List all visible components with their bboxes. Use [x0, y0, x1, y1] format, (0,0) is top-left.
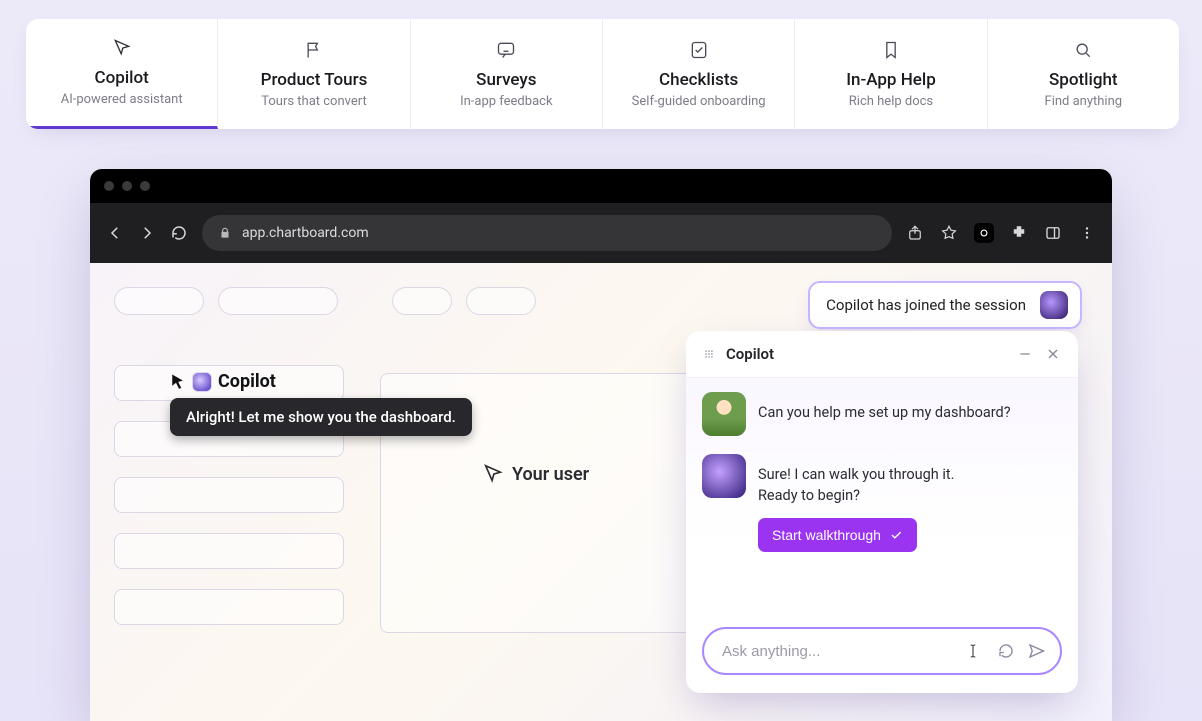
sidepanel-icon[interactable]: [1044, 224, 1062, 242]
copilot-cursor-label: Copilot: [218, 371, 276, 392]
url-text: app.chartboard.com: [242, 225, 369, 241]
copilot-messages: Can you help me set up my dashboard? Sur…: [686, 378, 1078, 613]
user-cursor-label: Your user: [512, 464, 589, 485]
message-user: Can you help me set up my dashboard?: [702, 392, 1062, 436]
tab-product-tours[interactable]: Product Tours Tours that convert: [218, 19, 410, 129]
tab-in-app-help[interactable]: In-App Help Rich help docs: [795, 19, 987, 129]
url-bar[interactable]: app.chartboard.com: [202, 215, 892, 251]
traffic-light-close-icon[interactable]: [104, 181, 114, 191]
button-label: Start walkthrough: [772, 527, 881, 543]
bookmark-star-icon[interactable]: [940, 224, 958, 242]
tab-title: Surveys: [476, 70, 536, 90]
back-icon[interactable]: [106, 224, 124, 242]
search-icon: [1073, 40, 1093, 60]
copilot-avatar-icon: [192, 372, 212, 392]
copilot-input[interactable]: [702, 627, 1062, 675]
copilot-title: Copilot: [726, 345, 774, 363]
tab-title: Spotlight: [1049, 70, 1118, 90]
copilot-joined-toast: Copilot has joined the session: [808, 281, 1082, 329]
share-icon[interactable]: [906, 224, 924, 242]
copilot-cursor: Copilot Alright! Let me show you the das…: [170, 371, 472, 436]
copilot-avatar-icon: [1040, 291, 1068, 319]
user-cursor: Your user: [482, 463, 589, 485]
refresh-icon[interactable]: [996, 641, 1016, 661]
tab-subtitle: AI-powered assistant: [61, 92, 183, 107]
tab-checklists[interactable]: Checklists Self-guided onboarding: [603, 19, 795, 129]
feature-tabs: Copilot AI-powered assistant Product Tou…: [26, 19, 1179, 129]
flag-icon: [304, 40, 324, 60]
toolbar-right: [906, 223, 1096, 243]
copilot-cursor-bubble: Alright! Let me show you the dashboard.: [170, 398, 472, 436]
message-bot: Sure! I can walk you through it. Ready t…: [702, 454, 1062, 552]
traffic-light-min-icon[interactable]: [122, 181, 132, 191]
browser-toolbar: app.chartboard.com: [90, 203, 1112, 263]
tab-subtitle: Find anything: [1045, 94, 1123, 109]
kebab-menu-icon[interactable]: [1078, 224, 1096, 242]
copilot-text-input[interactable]: [722, 643, 958, 660]
extensions-icon[interactable]: [1010, 224, 1028, 242]
send-icon[interactable]: [1026, 641, 1046, 661]
tab-title: Copilot: [95, 68, 149, 88]
tab-title: Checklists: [659, 70, 738, 90]
minimize-icon[interactable]: [1016, 345, 1034, 363]
forward-icon[interactable]: [138, 224, 156, 242]
tab-spotlight[interactable]: Spotlight Find anything: [988, 19, 1179, 129]
user-avatar-icon: [702, 392, 746, 436]
copilot-header[interactable]: Copilot: [686, 331, 1078, 378]
text-caret-icon: [964, 640, 982, 662]
copilot-avatar-icon: [702, 454, 746, 498]
cursor-icon: [112, 38, 132, 58]
copilot-input-area: [686, 613, 1078, 693]
checklist-icon: [689, 40, 709, 60]
reload-icon[interactable]: [170, 224, 188, 242]
page-viewport: Add Your YourFirst listing Calendar Copi…: [90, 263, 1112, 721]
window-titlebar: [90, 169, 1112, 203]
tab-copilot[interactable]: Copilot AI-powered assistant: [26, 19, 218, 129]
copilot-panel: Copilot Can you help me set up my dashbo…: [686, 331, 1078, 693]
lock-icon: [218, 226, 232, 240]
message-line: Ready to begin?: [758, 487, 860, 504]
tab-title: In-App Help: [846, 70, 936, 90]
toast-text: Copilot has joined the session: [826, 296, 1026, 314]
tab-subtitle: Rich help docs: [849, 94, 933, 109]
close-icon[interactable]: [1044, 345, 1062, 363]
message-text: Sure! I can walk you through it. Ready t…: [758, 454, 954, 552]
tab-subtitle: Self-guided onboarding: [632, 94, 766, 109]
traffic-light-max-icon[interactable]: [140, 181, 150, 191]
tab-title: Product Tours: [261, 70, 368, 90]
tab-surveys[interactable]: Surveys In-app feedback: [411, 19, 603, 129]
tab-subtitle: Tours that convert: [261, 94, 367, 109]
chat-smile-icon: [496, 40, 516, 60]
extension-badge-icon[interactable]: [974, 223, 994, 243]
drag-handle-icon[interactable]: [702, 347, 716, 361]
message-line: Sure! I can walk you through it.: [758, 466, 954, 483]
browser-window: app.chartboard.com: [90, 169, 1112, 721]
tab-subtitle: In-app feedback: [460, 94, 552, 109]
start-walkthrough-button[interactable]: Start walkthrough: [758, 518, 917, 552]
message-text: Can you help me set up my dashboard?: [758, 392, 1011, 436]
bookmark-icon: [881, 40, 901, 60]
